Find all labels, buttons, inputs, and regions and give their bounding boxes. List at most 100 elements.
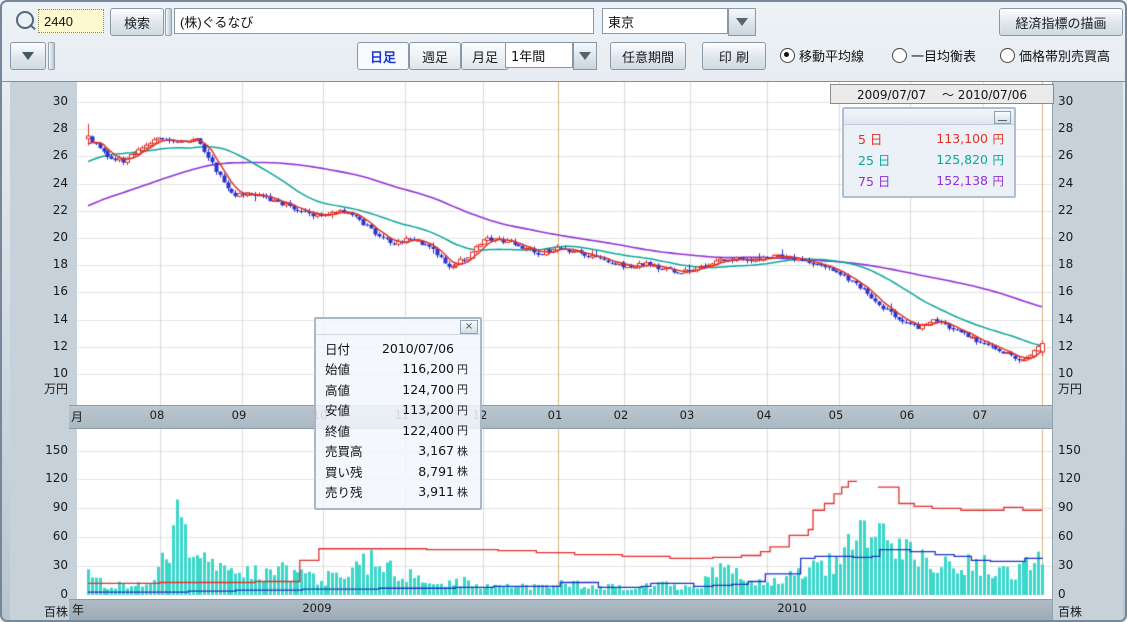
price-tick-left: 30	[10, 94, 68, 108]
month-axis-title: 月	[71, 408, 83, 425]
date-range-text: 2009/07/07 ～ 2010/07/06	[857, 86, 1027, 103]
exchange-value: 東京	[608, 12, 634, 31]
chevron-down-icon	[736, 18, 748, 26]
price-tick-left: 14	[10, 312, 68, 326]
month-tick: 08	[142, 408, 172, 422]
exchange-dropdown-button[interactable]	[728, 8, 756, 36]
tab-monthly[interactable]: 月足	[461, 42, 509, 70]
tooltip-label: 売り残	[325, 482, 377, 501]
tooltip-unit: 株	[457, 443, 474, 459]
tooltip-row: 始値116,200円	[316, 359, 480, 380]
ma-value: 113,100	[896, 131, 988, 146]
tooltip-row: 売り残3,911株	[316, 482, 480, 503]
tooltip-unit: 株	[457, 463, 474, 479]
stock-code-input[interactable]	[38, 9, 104, 33]
tooltip-unit: 円	[457, 381, 474, 397]
ma-label: 5 日	[858, 129, 896, 148]
chevron-down-icon	[22, 52, 34, 60]
price-tick-right: 10	[1058, 366, 1073, 380]
month-tick: 03	[672, 408, 702, 422]
tooltip-unit: 円	[457, 402, 474, 418]
volume-tick-left: 0	[10, 587, 68, 601]
radio-indicator-2[interactable]: 価格帯別売買高	[1000, 42, 1110, 68]
volume-tick-left: 30	[10, 558, 68, 572]
tooltip-unit: 円	[457, 361, 474, 377]
chevron-down-icon	[579, 52, 591, 60]
legend-row: 25 日125,820円	[844, 149, 1014, 170]
ma-unit: 円	[988, 131, 1004, 147]
collapse-toolbar-button[interactable]	[10, 42, 46, 70]
economic-indicator-button[interactable]: 経済指標の描画	[999, 8, 1123, 36]
tooltip-label: 売買高	[325, 441, 377, 460]
close-icon[interactable]: ×	[460, 320, 478, 334]
tooltip-label: 日付	[325, 339, 377, 358]
search-button[interactable]: 検索	[110, 8, 164, 36]
ma-label: 75 日	[858, 171, 896, 190]
radio-label: 移動平均線	[799, 46, 864, 65]
range-select[interactable]: 1年間	[505, 42, 573, 68]
month-tick: 09	[224, 408, 254, 422]
year-axis-title: 年	[72, 601, 84, 618]
ma-unit: 円	[988, 173, 1004, 189]
year-axis-strip[interactable]	[69, 599, 1052, 621]
price-tick-right: 12	[1058, 339, 1073, 353]
tooltip-value: 2010/07/06	[377, 341, 454, 356]
volume-tick-left: 90	[10, 500, 68, 514]
price-tick-left: 20	[10, 230, 68, 244]
tab-daily[interactable]: 日足	[357, 42, 409, 70]
tooltip-label: 始値	[325, 359, 377, 378]
radio-indicator-0[interactable]: 移動平均線	[780, 42, 864, 68]
year-tick: 2009	[297, 601, 337, 615]
tooltip-row: 高値124,700円	[316, 379, 480, 400]
price-tick-right: 18	[1058, 257, 1073, 271]
radio-icon[interactable]	[1000, 48, 1015, 63]
month-tick: 02	[606, 408, 636, 422]
stock-name-input[interactable]	[174, 8, 594, 34]
ma-label: 25 日	[858, 150, 896, 169]
volume-tick-right: 150	[1058, 443, 1081, 457]
year-tick: 2010	[772, 601, 812, 615]
minimize-icon[interactable]	[994, 111, 1011, 124]
radio-icon[interactable]	[892, 48, 907, 63]
radio-indicator-1[interactable]: 一目均衡表	[892, 42, 976, 68]
ma-value: 125,820	[896, 152, 988, 167]
radio-icon[interactable]	[780, 48, 795, 63]
volume-unit-right: 百株	[1058, 603, 1082, 620]
price-tick-right: 22	[1058, 203, 1073, 217]
legend-header[interactable]	[844, 109, 1014, 125]
tooltip-label: 終値	[325, 421, 377, 440]
tab-weekly[interactable]: 週足	[409, 42, 461, 70]
splitter-handle-2[interactable]	[48, 42, 55, 70]
custom-period-button[interactable]: 任意期間	[610, 42, 686, 70]
volume-tick-left: 120	[10, 471, 68, 485]
exchange-select[interactable]: 東京	[602, 8, 728, 34]
price-tick-left: 10	[10, 366, 68, 380]
radio-label: 価格帯別売買高	[1019, 46, 1110, 65]
price-tick-right: 20	[1058, 230, 1073, 244]
price-tick-left: 22	[10, 203, 68, 217]
range-value: 1年間	[511, 46, 545, 65]
ma-unit: 円	[988, 152, 1004, 168]
tooltip-row: 買い残8,791株	[316, 461, 480, 482]
tooltip-unit: 円	[457, 422, 474, 438]
price-tick-left: 24	[10, 176, 68, 190]
tooltip-value: 124,700	[377, 382, 454, 397]
tooltip-row: 売買高3,167株	[316, 441, 480, 462]
stock-chart-window: 検索 東京 経済指標の描画 日足週足月足 1年間 任意期間 印 刷 移動平均線 一…	[0, 0, 1127, 622]
price-tick-right: 28	[1058, 121, 1073, 135]
price-tick-left: 26	[10, 148, 68, 162]
volume-chart-canvas[interactable]	[77, 427, 1052, 600]
volume-tick-right: 120	[1058, 471, 1081, 485]
tooltip-unit: 株	[457, 484, 474, 500]
price-tick-left: 28	[10, 121, 68, 135]
splitter-handle[interactable]	[165, 8, 172, 36]
tooltip-value: 8,791	[377, 464, 454, 479]
legend-row: 5 日113,100円	[844, 128, 1014, 149]
tooltip-header[interactable]: ×	[316, 319, 480, 335]
price-tick-right: 16	[1058, 284, 1073, 298]
print-button[interactable]: 印 刷	[702, 42, 766, 70]
range-dropdown-button[interactable]	[573, 42, 597, 70]
tooltip-value: 3,911	[377, 484, 454, 499]
tooltip-label: 買い残	[325, 462, 377, 481]
quote-tooltip[interactable]: × 日付2010/07/06始値116,200円高値124,700円安値113,…	[314, 317, 482, 510]
